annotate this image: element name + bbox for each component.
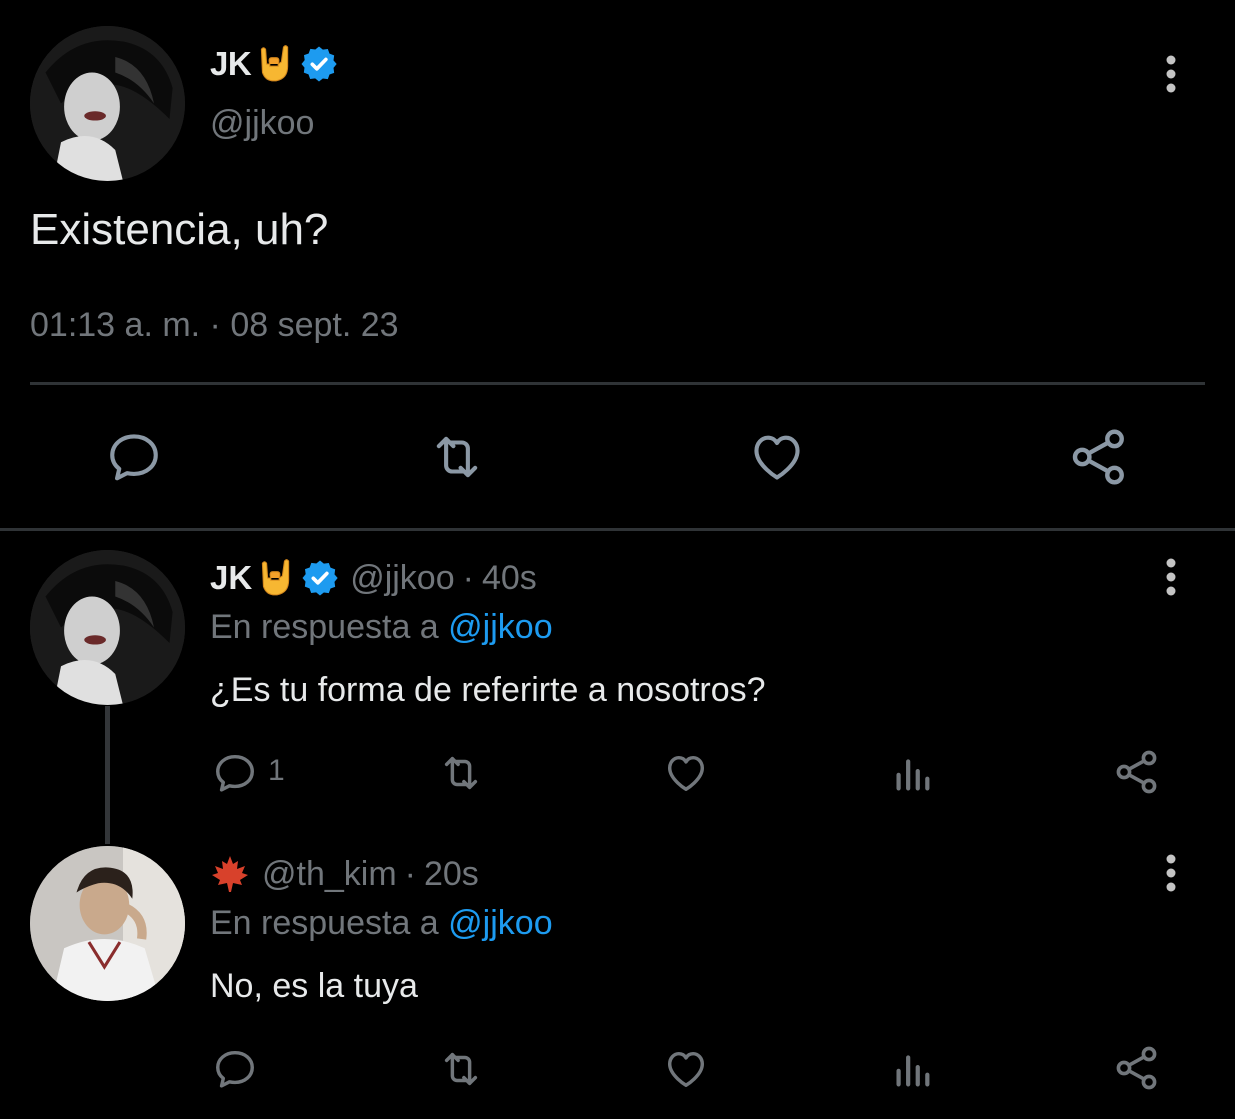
reply-author-handle[interactable]: @th_kim xyxy=(262,855,397,894)
replying-to-label: En respuesta a xyxy=(210,608,439,646)
meta-separator: · xyxy=(462,558,474,597)
share-button[interactable] xyxy=(1113,1044,1161,1092)
more-vertical-icon[interactable] xyxy=(1163,557,1179,597)
replying-to-mention[interactable]: @jjkoo xyxy=(448,904,552,942)
analytics-icon xyxy=(896,759,930,791)
author-handle[interactable]: @jjkoo xyxy=(210,104,314,143)
maple-leaf-emoji xyxy=(210,854,250,894)
meta-separator: · xyxy=(404,854,416,893)
like-button[interactable] xyxy=(663,750,709,796)
reply-button[interactable] xyxy=(212,750,258,796)
reply-age[interactable]: 40s xyxy=(482,559,537,598)
tweet-timestamp[interactable]: 01:13 a. m. · 08 sept. 23 xyxy=(30,306,399,345)
retweet-button[interactable] xyxy=(434,750,488,796)
retweet-icon xyxy=(436,436,478,478)
like-button[interactable] xyxy=(748,428,806,486)
reply-icon xyxy=(216,1050,254,1088)
share-icon xyxy=(1116,1046,1157,1090)
retweet-icon xyxy=(444,1052,478,1086)
share-icon xyxy=(1116,750,1157,794)
replying-to: En respuesta a @jjkoo xyxy=(210,904,553,943)
main-tweet: JK @jjkoo Existencia, uh? 01:13 a. m. · … xyxy=(0,0,1235,530)
share-button[interactable] xyxy=(1113,748,1161,796)
heart-icon xyxy=(754,435,800,480)
reply-author-name[interactable]: JK xyxy=(210,559,252,597)
like-button[interactable] xyxy=(663,1046,709,1092)
replying-to: En respuesta a @jjkoo xyxy=(210,608,553,647)
thread-line xyxy=(105,706,110,844)
share-icon xyxy=(1072,429,1124,485)
tweet-text: Existencia, uh? xyxy=(30,205,329,254)
reply-header: @th_kim · 20s xyxy=(210,852,479,896)
heart-icon xyxy=(667,1051,705,1088)
views-button[interactable] xyxy=(889,1046,935,1092)
reply-age[interactable]: 20s xyxy=(424,855,479,894)
reply-icon xyxy=(216,754,254,792)
reply-count: 1 xyxy=(268,754,285,787)
divider xyxy=(30,382,1205,385)
reply-avatar[interactable] xyxy=(30,846,185,1001)
more-vertical-icon[interactable] xyxy=(1163,54,1179,94)
verified-badge-icon xyxy=(300,558,340,598)
heart-icon xyxy=(667,755,705,792)
avatar[interactable] xyxy=(30,26,185,181)
reply-text: No, es la tuya xyxy=(210,967,418,1005)
reply-text: ¿Es tu forma de referirte a nosotros? xyxy=(210,671,766,709)
section-divider xyxy=(0,528,1235,531)
author-name-row: JK xyxy=(210,40,339,88)
author-name[interactable]: JK xyxy=(210,45,252,83)
retweet-icon xyxy=(444,756,478,790)
replying-to-label: En respuesta a xyxy=(210,904,439,942)
reply-icon xyxy=(110,434,158,481)
avatar-image xyxy=(30,550,185,705)
tweet-detail-page: JK @jjkoo Existencia, uh? 01:13 a. m. · … xyxy=(0,0,1235,1119)
reply-header: JK @jjkoo · 40s xyxy=(210,556,537,600)
views-button[interactable] xyxy=(889,750,935,796)
verified-badge-icon xyxy=(299,44,339,84)
reply-avatar[interactable] xyxy=(30,550,185,705)
analytics-icon xyxy=(896,1055,930,1087)
sign-of-horns-emoji xyxy=(254,557,296,599)
retweet-button[interactable] xyxy=(424,428,490,486)
reply-button[interactable] xyxy=(105,428,163,486)
reply-author-handle[interactable]: @jjkoo xyxy=(350,559,454,598)
retweet-button[interactable] xyxy=(434,1046,488,1092)
reply-button[interactable] xyxy=(212,1046,258,1092)
more-vertical-icon[interactable] xyxy=(1163,853,1179,893)
sign-of-horns-emoji xyxy=(253,43,295,85)
share-button[interactable] xyxy=(1068,426,1130,488)
avatar-image xyxy=(30,26,185,181)
avatar-image xyxy=(30,846,185,1001)
replying-to-mention[interactable]: @jjkoo xyxy=(448,608,552,646)
